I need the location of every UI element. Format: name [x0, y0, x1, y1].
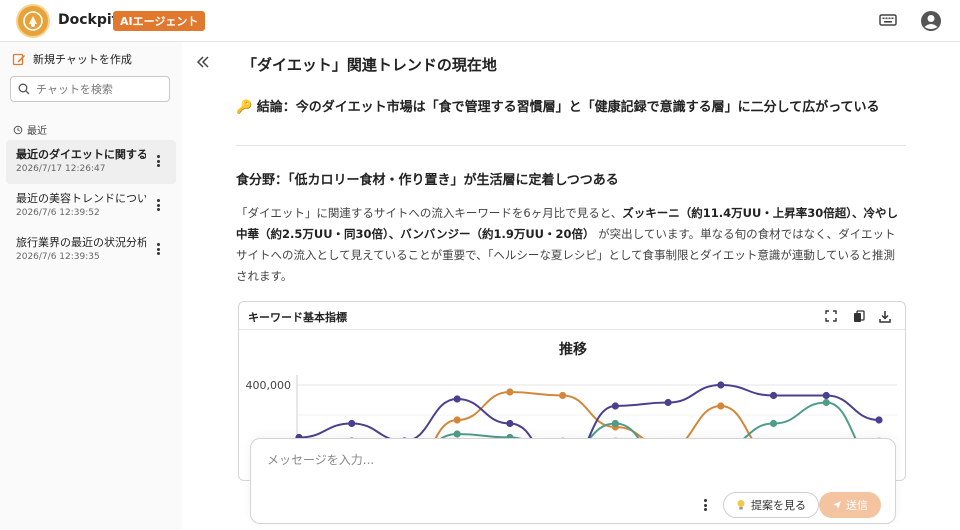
data-point[interactable] [559, 391, 567, 400]
collapse-sidebar-icon[interactable] [196, 54, 210, 73]
chat-item-title: 旅行業界の最近の状況分析… [16, 236, 146, 249]
ai-agent-badge: AIエージェント [113, 11, 206, 31]
search-icon [18, 83, 30, 95]
data-point[interactable] [717, 402, 725, 410]
new-chat-button[interactable]: 新規チャットを作成 [12, 51, 132, 67]
send-label: 送信 [846, 499, 868, 512]
data-point[interactable] [822, 391, 830, 400]
chart-card-title: キーワード基本指標 [248, 311, 347, 324]
page-title: 「ダイエット」関連トレンドの現在地 [242, 56, 497, 74]
sidebar: 新規チャットを作成 最近 最近のダイエットに関する… 2026/7/17 12:… [0, 42, 182, 530]
copy-icon[interactable] [851, 308, 867, 324]
logo-icon[interactable] [16, 4, 50, 38]
message-input[interactable] [267, 451, 867, 475]
chart-title: 推移 [559, 341, 587, 358]
data-point[interactable] [822, 398, 830, 407]
data-point[interactable] [769, 391, 778, 400]
chart-card-header: キーワード基本指標 [239, 302, 905, 330]
recent-section-label: 最近 [13, 122, 47, 137]
edit-icon [12, 53, 25, 66]
data-point[interactable] [348, 419, 356, 428]
suggest-label: 提案を見る [751, 499, 806, 512]
data-point[interactable] [506, 419, 514, 428]
account-icon[interactable] [919, 9, 943, 33]
chat-history-item[interactable]: 旅行業界の最近の状況分析… 2026/7/6 12:39:35 [6, 228, 176, 272]
data-point[interactable] [769, 419, 778, 428]
fullscreen-icon[interactable] [823, 308, 839, 324]
data-point[interactable] [717, 381, 725, 389]
send-icon [833, 501, 841, 509]
history-icon [13, 125, 23, 134]
data-point[interactable] [506, 388, 514, 396]
chat-item-title: 最近のダイエットに関する… [16, 148, 146, 161]
data-point[interactable] [611, 402, 619, 410]
data-point[interactable] [453, 416, 461, 424]
suggest-button[interactable]: 提案を見る [723, 492, 819, 518]
conclusion-text: 🔑 結論：今のダイエット市場は「食で管理する習慣層」と「健康記録で意識する層」に… [236, 100, 880, 115]
more-vert-icon[interactable] [154, 196, 162, 214]
chat-item-date: 2026/7/6 12:39:52 [16, 208, 100, 218]
more-vert-icon[interactable] [154, 152, 162, 170]
chat-search-input[interactable] [36, 82, 156, 96]
new-chat-label: 新規チャットを作成 [33, 53, 132, 66]
chat-search[interactable] [10, 76, 170, 102]
download-icon[interactable] [877, 308, 893, 324]
y-tick-label: 400,000 [246, 379, 292, 392]
more-vert-icon[interactable] [701, 497, 709, 513]
chat-item-date: 2026/7/17 12:26:47 [16, 164, 106, 174]
body-paragraph: 「ダイエット」に関連するサイトへの流入キーワードを6ヶ月比で見ると、ズッキーニ（… [236, 203, 906, 287]
keyboard-icon[interactable] [878, 10, 898, 30]
recent-label: 最近 [27, 126, 47, 137]
data-point[interactable] [611, 419, 619, 428]
chat-item-date: 2026/7/6 12:39:35 [16, 252, 100, 262]
lightbulb-icon [737, 500, 745, 510]
divider [236, 145, 906, 146]
para-text: 「ダイエット」に関連するサイトへの流入キーワードを6ヶ月比で見ると、 [236, 206, 623, 220]
data-point[interactable] [875, 416, 883, 424]
app-header: Dockpit AIエージェント [0, 0, 960, 42]
message-composer: 提案を見る 送信 [250, 438, 896, 524]
send-button[interactable]: 送信 [819, 492, 881, 518]
chat-item-title: 最近の美容トレンドについて… [16, 192, 146, 205]
more-vert-icon[interactable] [154, 240, 162, 258]
section-heading: 食分野：「低カロリー食材・作り置き」が生活層に定着しつつある [236, 173, 619, 188]
data-point[interactable] [453, 395, 461, 403]
data-point[interactable] [453, 430, 461, 438]
chat-history-item[interactable]: 最近のダイエットに関する… 2026/7/17 12:26:47 [6, 140, 176, 184]
main-content: 「ダイエット」関連トレンドの現在地 🔑 結論：今のダイエット市場は「食で管理する… [182, 42, 960, 530]
brand-name: Dockpit [58, 12, 119, 28]
data-point[interactable] [664, 398, 672, 407]
chat-history-item[interactable]: 最近の美容トレンドについて… 2026/7/6 12:39:52 [6, 184, 176, 228]
